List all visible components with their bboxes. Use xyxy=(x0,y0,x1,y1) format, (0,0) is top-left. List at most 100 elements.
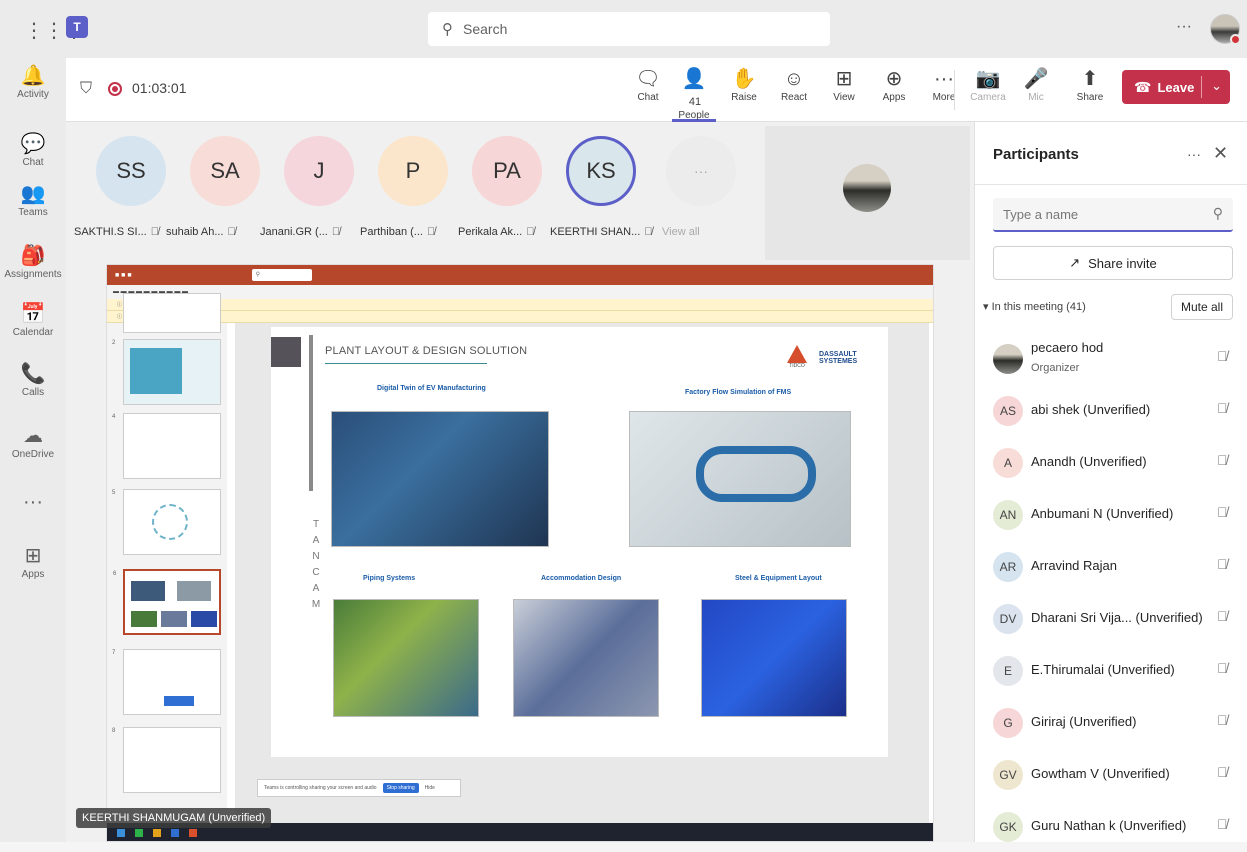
participant-name: Anandh (Unverified) xyxy=(1031,454,1147,469)
mic-off-icon[interactable]: 🎙̸ xyxy=(1217,816,1228,832)
rail-item-calls[interactable]: 📞 Calls xyxy=(0,362,66,398)
vertical-letter: T xyxy=(312,519,320,530)
rail-item-apps[interactable]: ⊞ Apps xyxy=(0,544,66,580)
taskbar-app-icon[interactable] xyxy=(153,829,161,837)
in-meeting-section-toggle[interactable]: ▾ In this meeting (41) xyxy=(983,300,1086,313)
participant-name-text: Janani.GR (... xyxy=(260,226,328,238)
leave-button[interactable]: ☎ Leave ⌄ xyxy=(1122,70,1230,104)
rail-item-onedrive[interactable]: ☁ OneDrive xyxy=(0,424,66,460)
raise-button[interactable]: ✋ Raise xyxy=(722,66,766,103)
participant-row[interactable]: GK Guru Nathan k (Unverified) 🎙̸ xyxy=(975,800,1247,852)
start-icon[interactable] xyxy=(117,829,125,837)
mic-off-icon: 🎙̸ xyxy=(644,226,653,238)
apps-button[interactable]: ⊕ Apps xyxy=(872,66,916,103)
slide-thumbnail-selected[interactable]: 6 xyxy=(113,569,221,635)
participants-panel: Participants ··· ✕ Type a name ⚲ ↗ Share… xyxy=(974,122,1247,842)
taskbar-app-icon[interactable] xyxy=(135,829,143,837)
more-options-icon[interactable]: ··· xyxy=(1176,18,1192,36)
react-button[interactable]: ☺ React xyxy=(772,66,816,103)
rail-label: Apps xyxy=(21,569,45,580)
taskbar-app-icon[interactable] xyxy=(171,829,179,837)
participant-row[interactable]: pecaero hod Organizer 🎙̸ xyxy=(975,332,1247,384)
participant-row[interactable]: AR Arravind Rajan 🎙̸ xyxy=(975,540,1247,592)
participant-name-text: View all xyxy=(662,226,700,238)
participant-avatar[interactable]: SA xyxy=(190,136,260,206)
participant-row[interactable]: DV Dharani Sri Vija... (Unverified) 🎙̸ xyxy=(975,592,1247,644)
shared-screen[interactable]: ■ ■ ■ ⚲ ▬ ▬ ▬ ▬ ▬ ▬ ▬ ▬ ▬ ▬ ⓘ ▬▬▬ ▬▬▬▬▬▬… xyxy=(106,264,934,842)
participant-avatar[interactable]: KS xyxy=(566,136,636,206)
participant-name[interactable]: View all xyxy=(662,226,700,238)
slide-thumbnail[interactable]: 8 xyxy=(112,727,221,793)
rail-label: OneDrive xyxy=(11,449,55,460)
mute-all-button[interactable]: Mute all xyxy=(1171,294,1233,320)
rail-item-activity[interactable]: 🔔 Activity xyxy=(0,64,66,100)
mic-off-icon[interactable]: 🎙̸ xyxy=(1217,608,1228,624)
mic-off-icon[interactable]: 🎙̸ xyxy=(1217,348,1228,364)
participant-row[interactable]: E E.Thirumalai (Unverified) 🎙̸ xyxy=(975,644,1247,696)
participant-avatar[interactable]: P xyxy=(378,136,448,206)
rail-label: Chat xyxy=(22,157,44,168)
search-input[interactable]: ⚲ Search xyxy=(428,12,830,46)
participant-name: Giriraj (Unverified) xyxy=(1031,714,1137,729)
mic-off-icon[interactable]: 🎙̸ xyxy=(1217,764,1228,780)
vertical-letter: M xyxy=(311,599,321,610)
hide-button[interactable]: Hide xyxy=(425,785,435,791)
participant-name: Guru Nathan k (Unverified) xyxy=(1031,818,1187,833)
profile-avatar[interactable] xyxy=(1210,14,1241,45)
mic-button[interactable]: 🎤 Mic xyxy=(1014,66,1058,103)
chevron-down-icon[interactable]: ⌄ xyxy=(1211,78,1222,94)
mic-off-icon[interactable]: 🎙̸ xyxy=(1217,504,1228,520)
rail-item-more[interactable]: ··· xyxy=(0,490,66,515)
caption-steel: Steel & Equipment Layout xyxy=(735,575,822,582)
vertical-letter: C xyxy=(312,567,320,578)
slide-thumbnail[interactable]: 7 xyxy=(112,649,221,715)
mic-off-icon[interactable]: 🎙̸ xyxy=(1217,660,1228,676)
participant-row[interactable]: GV Gowtham V (Unverified) 🎙̸ xyxy=(975,748,1247,800)
mic-off-icon[interactable]: 🎙̸ xyxy=(1217,400,1228,416)
close-icon[interactable]: ✕ xyxy=(1213,143,1228,164)
more-button[interactable]: ··· More xyxy=(922,66,966,103)
shield-icon[interactable]: ⛉ xyxy=(80,80,92,98)
participant-search-input[interactable]: Type a name ⚲ xyxy=(993,198,1233,232)
view-all-avatar[interactable]: ··· xyxy=(666,136,736,206)
chat-button[interactable]: 🗨 Chat xyxy=(626,66,670,103)
video-tile[interactable] xyxy=(765,126,970,260)
slide-thumbnail[interactable]: 5 xyxy=(112,489,221,555)
participant-row[interactable]: G Giriraj (Unverified) 🎙̸ xyxy=(975,696,1247,748)
participant-row[interactable]: A Anandh (Unverified) 🎙̸ xyxy=(975,436,1247,488)
taskbar-app-icon[interactable] xyxy=(189,829,197,837)
participant-avatar: GV xyxy=(993,760,1023,790)
slide-thumbnail[interactable]: 4 xyxy=(112,413,221,479)
more-icon: ··· xyxy=(934,68,954,90)
slide-thumbnail[interactable]: 2 xyxy=(112,339,221,405)
more-options-icon[interactable]: ··· xyxy=(1187,146,1201,162)
mic-off-icon[interactable]: 🎙̸ xyxy=(1217,556,1228,572)
participant-row[interactable]: AS abi shek (Unverified) 🎙̸ xyxy=(975,384,1247,436)
participant-name: KEERTHI SHAN... 🎙̸ xyxy=(550,226,653,238)
share-button[interactable]: ⬆ Share xyxy=(1068,66,1112,103)
people-button[interactable]: 👤 41 People xyxy=(672,66,716,122)
more-label: More xyxy=(932,92,956,103)
rail-item-chat[interactable]: 💬 Chat xyxy=(0,132,66,168)
phone-icon: 📞 xyxy=(20,363,46,385)
title-underline xyxy=(325,363,487,364)
participant-avatar xyxy=(993,344,1023,374)
participant-avatar[interactable]: J xyxy=(284,136,354,206)
mic-off-icon[interactable]: 🎙̸ xyxy=(1217,712,1228,728)
view-button[interactable]: ⊞ View xyxy=(822,66,866,103)
participant-row[interactable]: AN Anbumani N (Unverified) 🎙̸ xyxy=(975,488,1247,540)
share-invite-button[interactable]: ↗ Share invite xyxy=(993,246,1233,280)
accommodation-image xyxy=(513,599,659,717)
participant-avatar[interactable]: PA xyxy=(472,136,542,206)
rail-item-teams[interactable]: 👥 Teams xyxy=(0,182,66,218)
participant-avatar[interactable]: SS xyxy=(96,136,166,206)
rail-item-calendar[interactable]: 📅 Calendar xyxy=(0,302,66,338)
ev-factory-image xyxy=(331,411,549,547)
slide-thumbnail[interactable] xyxy=(123,293,221,333)
mic-label: Mic xyxy=(1028,92,1044,103)
camera-button[interactable]: 📷 Camera xyxy=(966,66,1010,103)
stop-sharing-button[interactable]: Stop sharing xyxy=(382,783,419,793)
mic-off-icon[interactable]: 🎙̸ xyxy=(1217,452,1228,468)
rail-item-assignments[interactable]: 🎒 Assignments xyxy=(0,244,66,280)
caption-digital-twin: Digital Twin of EV Manufacturing xyxy=(377,385,486,392)
